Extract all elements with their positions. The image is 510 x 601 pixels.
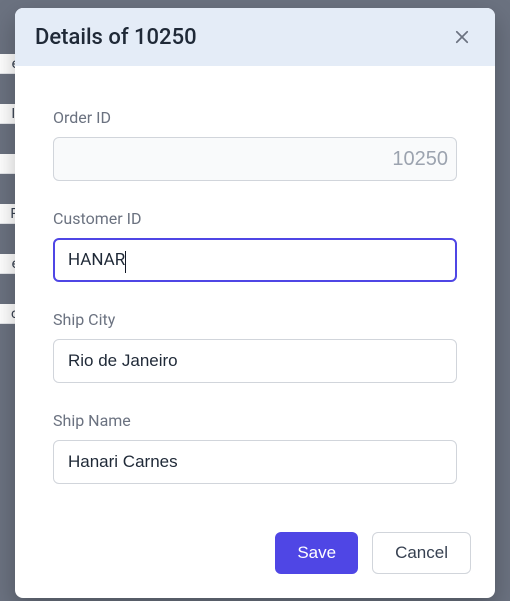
dialog-footer: Save Cancel <box>15 514 495 598</box>
text-caret <box>125 251 126 273</box>
ship-name-input[interactable] <box>53 440 457 484</box>
edit-dialog: Details of 10250 Order ID Customer ID HA… <box>15 8 495 598</box>
ship-city-input[interactable] <box>53 339 457 383</box>
dialog-body: Order ID Customer ID HANAR Ship City Shi… <box>15 66 495 514</box>
customer-id-value: HANAR <box>68 250 125 270</box>
close-button[interactable] <box>449 24 475 50</box>
order-id-input[interactable] <box>53 137 457 181</box>
ship-name-label: Ship Name <box>53 411 457 430</box>
customer-id-label: Customer ID <box>53 209 457 228</box>
order-id-label: Order ID <box>53 108 457 127</box>
field-customer-id: Customer ID HANAR <box>53 209 457 282</box>
field-ship-name: Ship Name <box>53 411 457 484</box>
dialog-header: Details of 10250 <box>15 8 495 66</box>
cancel-button[interactable]: Cancel <box>372 532 471 574</box>
dialog-title: Details of 10250 <box>35 25 197 50</box>
field-order-id: Order ID <box>53 108 457 181</box>
save-button[interactable]: Save <box>275 532 358 574</box>
field-ship-city: Ship City <box>53 310 457 383</box>
modal-backdrop: e II r R e o Details of 10250 Order ID C… <box>0 0 510 601</box>
ship-city-label: Ship City <box>53 310 457 329</box>
close-icon <box>453 28 471 46</box>
customer-id-input-wrap[interactable]: HANAR <box>53 238 457 282</box>
